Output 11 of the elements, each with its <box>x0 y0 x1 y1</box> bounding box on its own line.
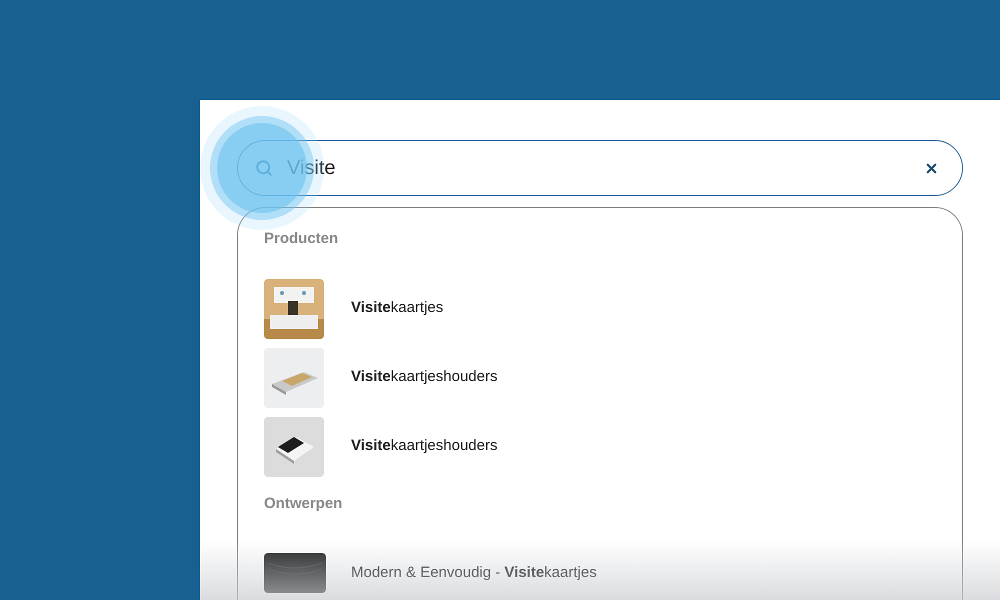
close-icon <box>924 160 938 176</box>
suggestion-item[interactable]: Visitekaartjeshouders <box>264 348 962 408</box>
suggestion-label: Visitekaartjeshouders <box>351 436 498 456</box>
search-icon <box>255 159 273 177</box>
section-heading: Ontwerpen <box>264 494 344 514</box>
suggestion-label: Visitekaartjes <box>351 298 444 318</box>
suggestion-label: Modern & Eenvoudig - Visitekaartjes <box>351 562 597 583</box>
suggestion-item[interactable]: Visitekaartjeshouders <box>264 416 962 476</box>
section-heading: Producten <box>264 229 340 249</box>
suggestion-label: Visitekaartjeshouders <box>351 367 498 388</box>
suggestion-item[interactable]: Visitekaartjes <box>264 278 962 338</box>
